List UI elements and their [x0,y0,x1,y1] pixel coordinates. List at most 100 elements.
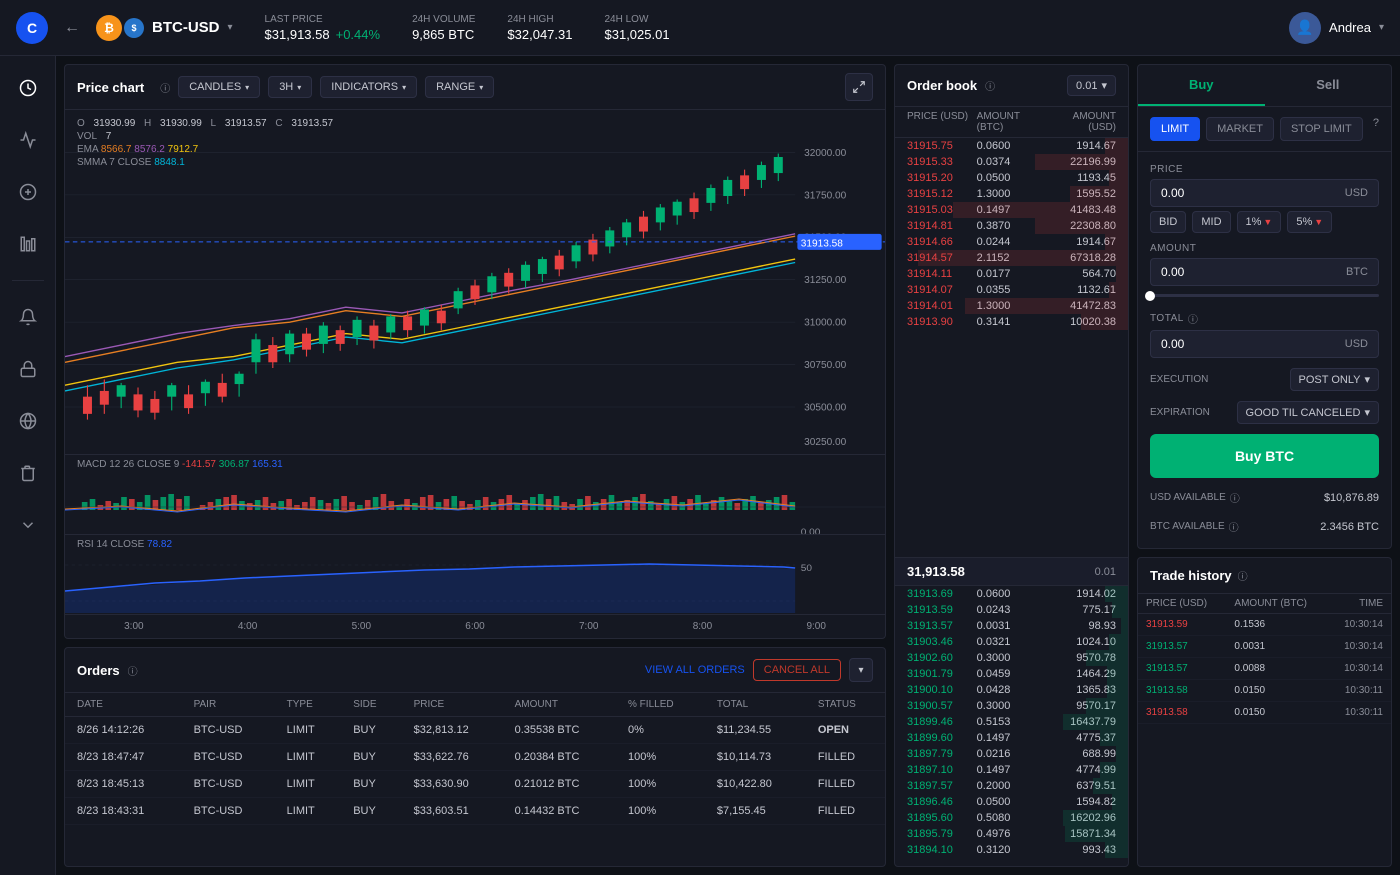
table-row[interactable]: 8/23 18:45:13 BTC-USD LIMIT BUY $33,630.… [65,771,885,798]
bid-price: 31894.10 [907,844,977,856]
bid-button[interactable]: BID [1150,211,1186,233]
buy-tab[interactable]: Buy [1138,65,1265,106]
pct5-button[interactable]: 5% ▼ [1287,211,1332,233]
order-book-bid-row[interactable]: 31897.79 0.0216 688.99 [895,746,1128,762]
precision-selector[interactable]: 0.01 ▾ [1067,75,1116,96]
order-book-bid-row[interactable]: 31903.46 0.0321 1024.10 [895,634,1128,650]
order-book-bid-row[interactable]: 31900.57 0.3000 9570.17 [895,698,1128,714]
col-date: DATE [65,693,182,717]
view-all-orders-button[interactable]: VIEW ALL ORDERS [645,664,745,676]
sidebar-item-clock[interactable] [12,72,44,104]
btc-info-icon[interactable]: ⓘ [1229,519,1239,534]
price-input[interactable] [1161,186,1345,200]
orders-info-icon[interactable]: ⓘ [128,663,138,678]
history-row: 31913.57 0.0088 10:30:14 [1138,658,1391,680]
ask-price: 31914.66 [907,236,977,248]
trade-history-info-icon[interactable]: ⓘ [1238,568,1248,583]
order-date: 8/23 18:45:13 [65,771,182,798]
sidebar-item-trash[interactable] [12,457,44,489]
order-book-bid-row[interactable]: 31902.60 0.3000 9570.78 [895,650,1128,666]
order-type-help-icon[interactable]: ? [1373,117,1379,141]
range-caret-icon: ▾ [479,83,483,92]
order-book-ask-row[interactable]: 31914.66 0.0244 1914.67 [895,234,1128,250]
bid-amount: 0.3000 [977,700,1047,712]
candles-button[interactable]: CANDLES ▾ [178,76,260,98]
sidebar-item-bell[interactable] [12,301,44,333]
order-book-ask-row[interactable]: 31914.01 1.3000 41472.83 [895,298,1128,314]
order-book-ask-row[interactable]: 31914.81 0.3870 22308.80 [895,218,1128,234]
history-price: 31913.57 [1138,636,1226,658]
history-row: 31913.58 0.0150 10:30:11 [1138,680,1391,702]
cancel-all-button[interactable]: CANCEL ALL [753,659,841,681]
amount-input[interactable] [1161,265,1346,279]
sidebar-item-expand[interactable] [12,509,44,541]
order-book-ask-row[interactable]: 31915.12 1.3000 1595.52 [895,186,1128,202]
pair-selector[interactable]: ₿ $ BTC-USD ▾ [96,15,233,41]
sidebar-item-chart[interactable] [12,124,44,156]
order-book-bid-row[interactable]: 31897.57 0.2000 6379.51 [895,778,1128,794]
order-book-bid-row[interactable]: 31900.10 0.0428 1365.83 [895,682,1128,698]
sidebar-item-lock[interactable] [12,353,44,385]
rsi-label: RSI 14 CLOSE 78.82 [77,539,172,550]
expiration-select[interactable]: GOOD TIL CANCELED ▾ [1237,401,1379,424]
usd-info-icon[interactable]: ⓘ [1230,490,1240,505]
history-row: 31913.58 0.0150 10:30:11 [1138,702,1391,724]
market-button[interactable]: MARKET [1206,117,1274,141]
order-book-bid-row[interactable]: 31913.59 0.0243 775.17 [895,602,1128,618]
indicators-button[interactable]: INDICATORS ▾ [320,76,417,98]
pct1-button[interactable]: 1% ▼ [1237,211,1282,233]
sidebar-item-circle[interactable] [12,176,44,208]
buy-btc-button[interactable]: Buy BTC [1150,434,1379,478]
bid-amount: 0.4976 [977,828,1047,840]
order-book-bid-row[interactable]: 31895.79 0.4976 15871.34 [895,826,1128,842]
sidebar-item-globe[interactable] [12,405,44,437]
chart-info-icon[interactable]: ⓘ [160,80,170,95]
user-section[interactable]: 👤 Andrea ▾ [1289,12,1384,44]
table-row[interactable]: 8/23 18:43:31 BTC-USD LIMIT BUY $33,603.… [65,798,885,825]
order-book-ask-row[interactable]: 31914.11 0.0177 564.70 [895,266,1128,282]
bid-bar [1121,618,1128,634]
th-time: TIME [1328,594,1391,614]
execution-select[interactable]: POST ONLY ▾ [1290,368,1379,391]
svg-text:30250.00: 30250.00 [804,437,846,448]
stop-limit-button[interactable]: STOP LIMIT [1280,117,1363,141]
amount-slider[interactable] [1150,294,1379,297]
order-book-ask-row[interactable]: 31915.20 0.0500 1193.45 [895,170,1128,186]
svg-text:30750.00: 30750.00 [804,360,846,371]
order-book-bid-row[interactable]: 31895.60 0.5080 16202.96 [895,810,1128,826]
order-book-ask-row[interactable]: 31915.33 0.0374 22196.99 [895,154,1128,170]
order-book-bid-row[interactable]: 31913.69 0.0600 1914.02 [895,586,1128,602]
mid-button[interactable]: MID [1192,211,1230,233]
bid-amount: 0.0600 [977,588,1047,600]
table-row[interactable]: 8/26 14:12:26 BTC-USD LIMIT BUY $32,813.… [65,717,885,744]
orders-expand-button[interactable]: ▾ [849,658,873,682]
order-book-bid-row[interactable]: 31899.60 0.1497 4775.37 [895,730,1128,746]
order-book-bid-row[interactable]: 31897.10 0.1497 4774.99 [895,762,1128,778]
interval-button[interactable]: 3H ▾ [268,76,312,98]
sidebar-item-bar-chart[interactable] [12,228,44,260]
order-book-bid-row[interactable]: 31896.46 0.0500 1594.82 [895,794,1128,810]
order-book-bid-row[interactable]: 31901.79 0.0459 1464.29 [895,666,1128,682]
order-book-spread: 31,913.58 0.01 [895,557,1128,586]
total-info-icon[interactable]: ⓘ [1188,311,1198,326]
ob-col-amount: AMOUNT (BTC) [977,111,1047,133]
slider-thumb[interactable] [1145,291,1155,301]
order-book-ask-row[interactable]: 31915.75 0.0600 1914.67 [895,138,1128,154]
range-button[interactable]: RANGE ▾ [425,76,494,98]
order-book-bid-row[interactable]: 31899.46 0.5153 16437.79 [895,714,1128,730]
table-row[interactable]: 8/23 18:47:47 BTC-USD LIMIT BUY $33,622.… [65,744,885,771]
order-book-ask-row[interactable]: 31914.07 0.0355 1132.61 [895,282,1128,298]
sell-tab[interactable]: Sell [1265,65,1392,106]
limit-button[interactable]: LIMIT [1150,117,1200,141]
total-input[interactable] [1161,337,1345,351]
fullscreen-button[interactable] [845,73,873,101]
order-book-ask-row[interactable]: 31913.90 0.3141 10020.38 [895,314,1128,330]
precision-caret-icon: ▾ [1101,79,1107,92]
back-button[interactable]: ← [64,19,80,37]
order-book-ask-row[interactable]: 31915.03 0.1497 41483.48 [895,202,1128,218]
ask-amount: 0.0177 [977,268,1047,280]
order-book-info-icon[interactable]: ⓘ [985,78,995,93]
order-book-bid-row[interactable]: 31913.57 0.0031 98.93 [895,618,1128,634]
order-book-ask-row[interactable]: 31914.57 2.1152 67318.28 [895,250,1128,266]
order-book-bid-row[interactable]: 31894.10 0.3120 993.43 [895,842,1128,858]
